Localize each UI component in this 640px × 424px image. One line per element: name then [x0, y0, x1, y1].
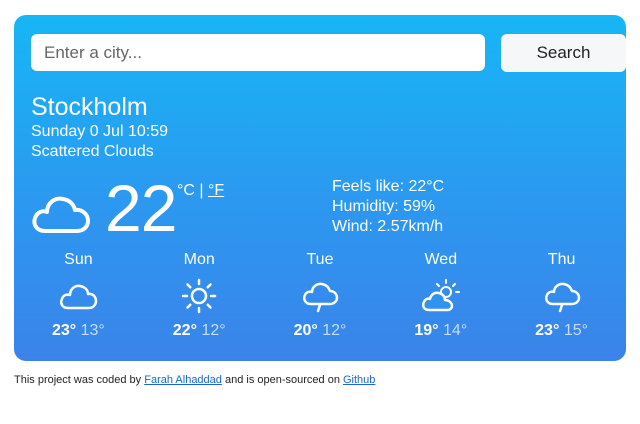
forecast-day: Tue 20° 12°: [260, 250, 381, 350]
forecast-day-name: Tue: [306, 251, 334, 268]
forecast-row: Sun 23° 13° Mon 22° 12° Tue 20° 12° Wed …: [18, 250, 622, 350]
footer: This project was coded by Farah Alhaddad…: [14, 374, 375, 386]
city-name: Stockholm: [31, 93, 148, 121]
forecast-max-temp: 20°: [293, 322, 318, 339]
celsius-unit[interactable]: °C: [177, 182, 195, 199]
cloud-icon: [32, 196, 90, 233]
rain-cloud-icon: [302, 282, 339, 313]
forecast-day-name: Thu: [547, 251, 576, 268]
github-link[interactable]: Github: [343, 374, 375, 386]
rain-cloud-icon: [544, 282, 580, 313]
partly-cloudy-icon: [421, 279, 460, 312]
forecast-min-temp: 12°: [322, 322, 347, 339]
forecast-min-temp: 14°: [443, 322, 468, 339]
city-search-input[interactable]: [31, 34, 485, 71]
humidity: Humidity: 59%: [332, 198, 436, 215]
feels-like: Feels like: 22°C: [332, 178, 445, 195]
unit-toggle: °C | °F: [177, 182, 224, 200]
forecast-day: Thu 23° 15°: [501, 250, 622, 350]
forecast-min-temp: 13°: [80, 322, 105, 339]
forecast-max-temp: 19°: [414, 322, 439, 339]
cloud-icon: [60, 284, 98, 310]
weather-card: Search Stockholm Sunday 0 Jul 10:59 Scat…: [14, 15, 626, 361]
forecast-day-name: Wed: [424, 251, 458, 268]
wind-speed: Wind: 2.57km/h: [332, 218, 444, 235]
footer-prefix: This project was coded by: [14, 374, 145, 386]
fahrenheit-link[interactable]: °F: [208, 182, 224, 199]
footer-middle: and is open-sourced on: [221, 374, 343, 386]
forecast-day: Sun 23° 13°: [18, 250, 139, 350]
forecast-max-temp: 23°: [535, 322, 560, 339]
forecast-min-temp: 15°: [563, 322, 589, 339]
forecast-max-temp: 22°: [172, 322, 197, 339]
search-button[interactable]: Search: [501, 34, 626, 72]
forecast-min-temp: 12°: [201, 322, 226, 339]
weather-description: Scattered Clouds: [31, 143, 154, 160]
date-time: Sunday 0 Jul 10:59: [31, 123, 168, 140]
search-form: Search: [31, 34, 626, 72]
forecast-day: Mon 22° 12°: [139, 250, 260, 350]
forecast-day-name: Mon: [183, 251, 215, 268]
forecast-day-name: Sun: [64, 251, 93, 268]
weather-details: Feels like: 22°C Humidity: 59% Wind: 2.5…: [332, 177, 444, 237]
forecast-max-temp: 23°: [51, 322, 77, 339]
forecast-day: Wed 19° 14°: [380, 250, 501, 350]
current-temperature: 22: [105, 171, 177, 245]
author-link[interactable]: Farah Alhaddad: [144, 374, 222, 386]
sun-icon: [181, 278, 217, 314]
unit-separator: |: [194, 182, 208, 199]
